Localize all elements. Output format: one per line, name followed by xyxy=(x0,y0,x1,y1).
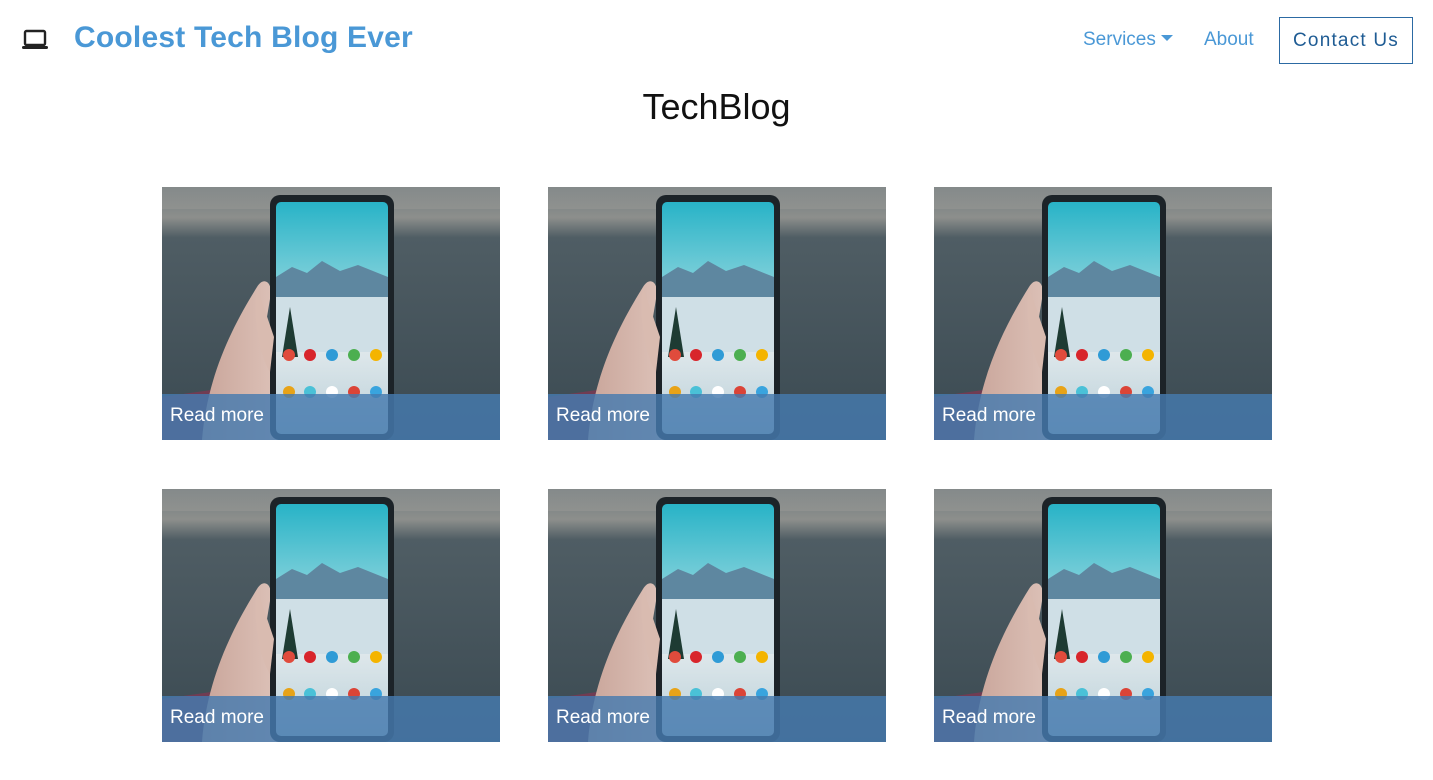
blog-card[interactable]: Read more xyxy=(162,489,500,742)
read-more-link[interactable]: Read more xyxy=(556,405,650,427)
card-caption-overlay: Read more xyxy=(934,394,1272,440)
blog-card[interactable]: Read more xyxy=(934,489,1272,742)
brand-title[interactable]: Coolest Tech Blog Ever xyxy=(74,21,413,55)
contact-us-button[interactable]: Contact Us xyxy=(1279,17,1413,64)
services-label: Services xyxy=(1083,29,1156,50)
blog-card[interactable]: Read more xyxy=(934,187,1272,440)
services-dropdown[interactable]: Services xyxy=(1083,29,1173,51)
card-caption-overlay: Read more xyxy=(548,394,886,440)
card-caption-overlay: Read more xyxy=(548,696,886,742)
blog-card[interactable]: Read more xyxy=(548,187,886,440)
top-navbar: Coolest Tech Blog Ever Services About Co… xyxy=(0,0,1433,80)
card-caption-overlay: Read more xyxy=(162,696,500,742)
card-caption-overlay: Read more xyxy=(162,394,500,440)
read-more-link[interactable]: Read more xyxy=(170,405,264,427)
read-more-link[interactable]: Read more xyxy=(942,707,1036,729)
caret-down-icon xyxy=(1160,34,1173,41)
blog-card[interactable]: Read more xyxy=(162,187,500,440)
blog-card[interactable]: Read more xyxy=(548,489,886,742)
laptop-icon xyxy=(22,29,48,49)
read-more-link[interactable]: Read more xyxy=(170,707,264,729)
read-more-link[interactable]: Read more xyxy=(942,405,1036,427)
read-more-link[interactable]: Read more xyxy=(556,707,650,729)
card-caption-overlay: Read more xyxy=(934,696,1272,742)
about-link[interactable]: About xyxy=(1204,29,1254,51)
page-title: TechBlog xyxy=(642,86,791,127)
